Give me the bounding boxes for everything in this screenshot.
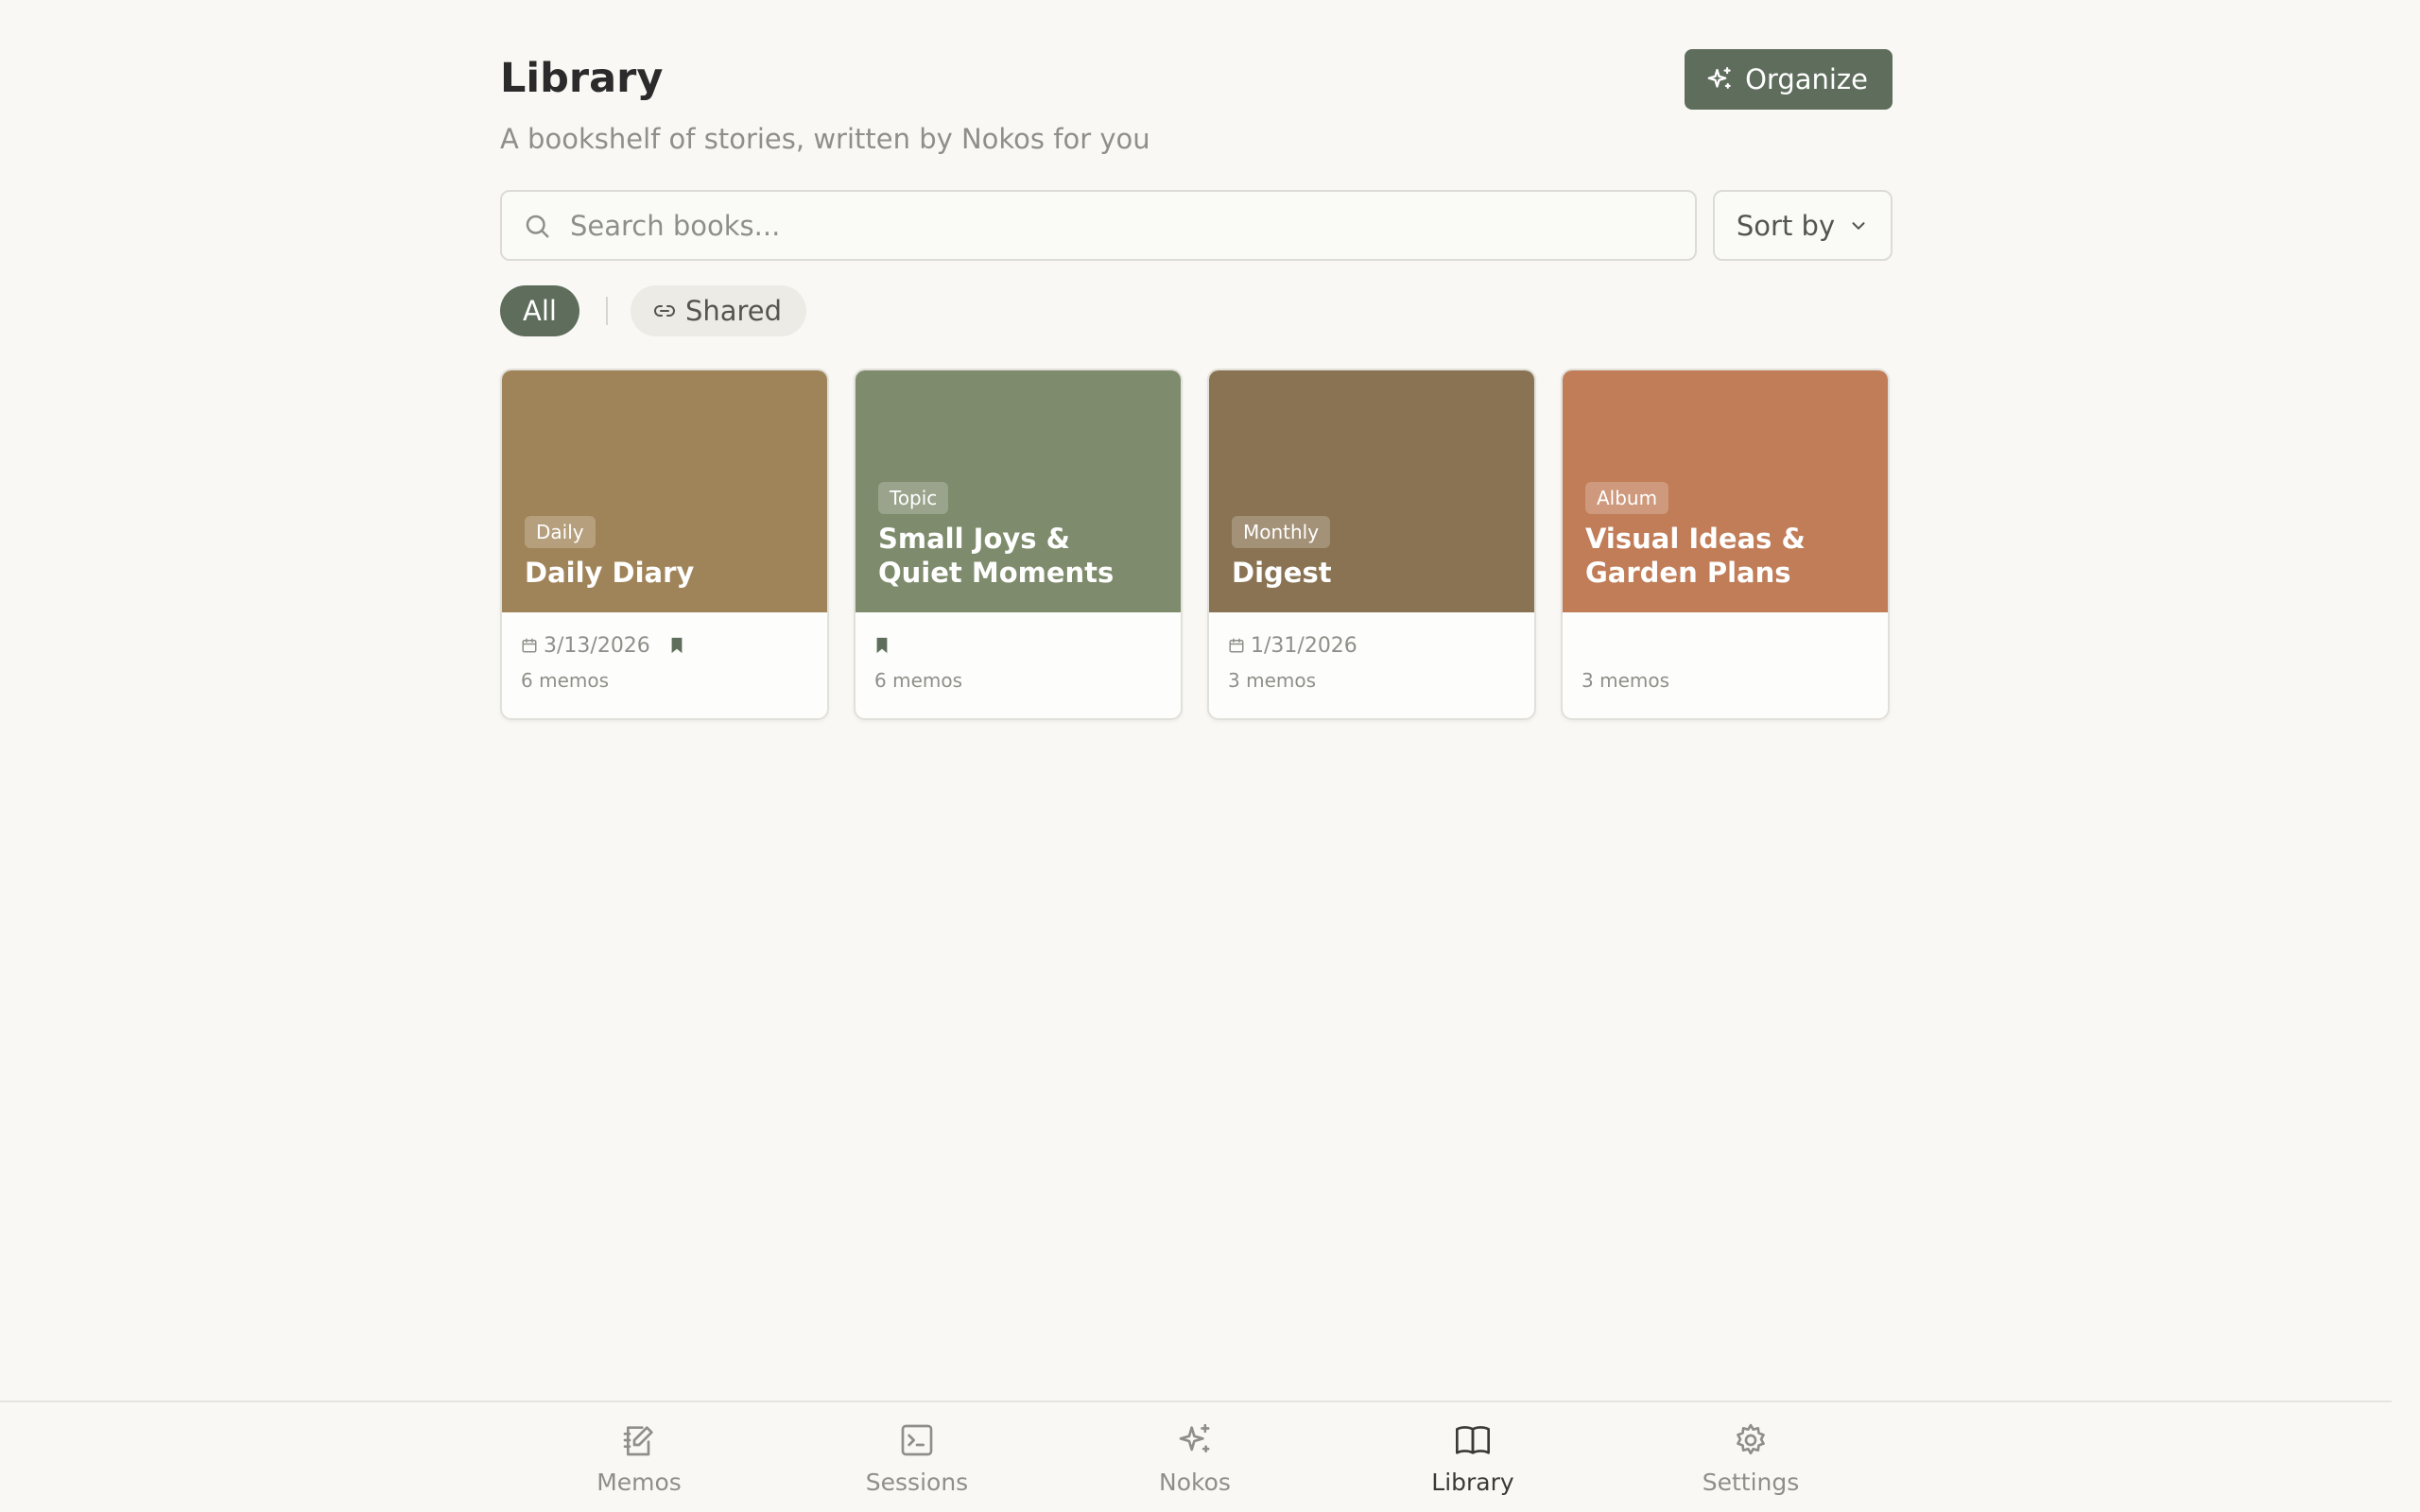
filter-divider — [605, 297, 608, 325]
nav-label: Settings — [1702, 1469, 1800, 1496]
book-card[interactable]: Daily Daily Diary 3/13/2026 6 memos — [500, 369, 829, 720]
book-cover: Monthly Digest — [1209, 370, 1534, 612]
book-meta-row — [1582, 631, 1869, 660]
nav-item-sessions[interactable]: Sessions — [832, 1421, 1002, 1496]
nav-item-library[interactable]: Library — [1388, 1421, 1558, 1496]
book-cover-content: Monthly Digest — [1232, 516, 1515, 590]
sparkles-icon — [1707, 67, 1731, 89]
calendar-icon — [522, 638, 537, 653]
sort-dropdown[interactable]: Sort by — [1713, 190, 1893, 261]
nav-label: Memos — [596, 1469, 682, 1496]
bookmark-icon — [876, 637, 888, 654]
nav-item-memos[interactable]: Memos — [554, 1421, 724, 1496]
book-grid: Daily Daily Diary 3/13/2026 6 memos Topic Sma… — [500, 369, 1893, 720]
book-cover: Daily Daily Diary — [502, 370, 827, 612]
nav-label: Sessions — [865, 1469, 969, 1496]
book-card[interactable]: Album Visual Ideas & Garden Plans 3 memos — [1561, 369, 1890, 720]
book-memo-count: 3 memos — [1228, 669, 1317, 692]
link-icon — [654, 305, 675, 317]
book-type-badge: Topic — [878, 482, 949, 514]
book-title: Daily Diary — [525, 557, 695, 589]
book-type-badge: Daily — [525, 516, 596, 548]
calendar-icon — [1229, 638, 1244, 653]
filter-all-chip[interactable]: All — [500, 285, 579, 336]
search-row: Sort by — [500, 190, 1893, 261]
gear-icon — [1737, 1423, 1765, 1455]
page-title: Library — [500, 55, 664, 102]
book-meta-row: 3/13/2026 — [521, 631, 808, 660]
book-type-badge: Monthly — [1232, 516, 1331, 548]
book-cover-content: Daily Daily Diary — [525, 516, 808, 590]
search-input[interactable] — [570, 209, 1674, 242]
book-cover-content: Topic Small Joys & Quiet Moments — [878, 482, 1162, 590]
sort-label: Sort by — [1736, 209, 1836, 242]
page-subtitle: A bookshelf of stories, written by Nokos… — [500, 123, 1150, 155]
book-card[interactable]: Topic Small Joys & Quiet Moments 6 memos — [854, 369, 1183, 720]
nav-label: Nokos — [1159, 1469, 1231, 1496]
filter-shared-chip[interactable]: Shared — [630, 285, 807, 336]
book-date: 1/31/2026 — [1251, 633, 1357, 658]
book-meta: 3 memos — [1563, 612, 1888, 692]
book-meta-row — [874, 631, 1162, 660]
book-title: Digest — [1232, 557, 1332, 589]
memo-edit-icon — [623, 1426, 653, 1456]
book-meta: 6 memos — [856, 612, 1181, 692]
filter-bar: All Shared — [500, 285, 1893, 336]
search-icon — [526, 215, 549, 237]
book-memo-count: 6 memos — [521, 669, 610, 692]
filter-shared-label: Shared — [684, 295, 783, 327]
bookmark-icon — [671, 637, 683, 654]
book-meta-row: 1/31/2026 — [1228, 631, 1515, 660]
book-memo-count: 3 memos — [1582, 669, 1670, 692]
search-box[interactable] — [500, 190, 1697, 261]
library-page: Library A bookshelf of stories, written … — [0, 0, 2420, 1512]
book-card[interactable]: Monthly Digest 1/31/2026 3 memos — [1207, 369, 1536, 720]
chevron-down-icon — [1852, 221, 1865, 230]
nav-label: Library — [1431, 1469, 1514, 1496]
book-type-badge: Album — [1585, 482, 1669, 514]
bottom-nav: Memos Sessions Nokos Library Settings — [0, 1400, 2392, 1512]
terminal-icon — [901, 1424, 933, 1456]
organize-label: Organize — [1745, 63, 1868, 95]
book-meta: 3/13/2026 6 memos — [502, 612, 827, 692]
nav-item-nokos[interactable]: Nokos — [1110, 1421, 1280, 1496]
open-book-icon — [1456, 1426, 1490, 1454]
book-memo-count: 6 memos — [874, 669, 963, 692]
book-cover-content: Album Visual Ideas & Garden Plans — [1585, 482, 1869, 590]
book-cover: Topic Small Joys & Quiet Moments — [856, 370, 1181, 612]
book-date: 3/13/2026 — [544, 633, 650, 658]
book-meta: 1/31/2026 3 memos — [1209, 612, 1534, 693]
main-content: Library A bookshelf of stories, written … — [500, 49, 1893, 720]
sparkles-icon — [1179, 1423, 1210, 1452]
page-header: Library A bookshelf of stories, written … — [500, 49, 1893, 172]
organize-button[interactable]: Organize — [1685, 49, 1893, 110]
book-title: Small Joys & Quiet Moments — [878, 523, 1115, 589]
book-cover: Album Visual Ideas & Garden Plans — [1563, 370, 1888, 612]
nav-item-settings[interactable]: Settings — [1666, 1421, 1836, 1496]
book-title: Visual Ideas & Garden Plans — [1585, 523, 1806, 589]
